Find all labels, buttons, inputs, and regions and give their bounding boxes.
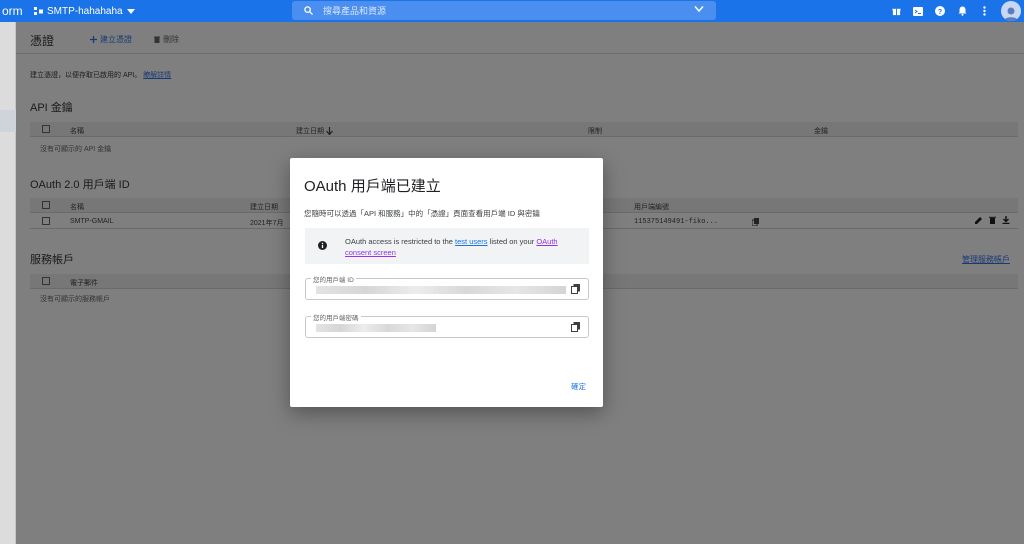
col-created[interactable]: 建立日期 <box>296 126 333 136</box>
cloud-shell-icon[interactable] <box>907 0 929 22</box>
copy-icon[interactable] <box>752 218 759 226</box>
api-keys-title: API 金鑰 <box>30 102 73 114</box>
oauth-select-all-checkbox[interactable] <box>42 201 50 209</box>
info-icon <box>318 241 327 250</box>
top-bar: orm SMTP-hahahaha 搜尋產品和資源 ? <box>0 0 1024 22</box>
notice-text: OAuth access is restricted to the test u… <box>345 237 558 257</box>
oauth-client-date: 2021年7月 <box>250 220 284 227</box>
more-vert-icon[interactable] <box>973 0 995 22</box>
api-keys-table-header: 名稱 建立日期 限制 金鑰 <box>30 122 1018 137</box>
create-credentials-label: 建立憑證 <box>100 35 132 44</box>
create-credentials-button[interactable]: 建立憑證 <box>90 34 132 45</box>
nav-item-credentials[interactable] <box>0 110 16 132</box>
brand-name[interactable]: orm <box>2 4 24 18</box>
chevron-down-icon <box>126 8 135 14</box>
avatar[interactable] <box>1001 1 1021 21</box>
sort-down-icon <box>325 127 333 136</box>
copy-client-secret-icon[interactable] <box>571 322 580 332</box>
dialog-title: OAuth 用戶端已建立 <box>304 178 441 195</box>
page-title: 憑證 <box>30 34 55 48</box>
client-id-value-redacted <box>316 286 566 294</box>
oauth-col-created[interactable]: 建立日期 <box>250 202 278 212</box>
gift-icon[interactable] <box>885 0 907 22</box>
oauth-client-name[interactable]: SMTP-GMAIL <box>70 218 114 225</box>
trash-icon <box>154 36 160 43</box>
svg-text:?: ? <box>938 9 942 16</box>
delete-label: 刪除 <box>163 35 179 44</box>
oauth-client-created-dialog: OAuth 用戶端已建立 您隨時可以透過「API 和服務」中的「憑證」頁面查看用… <box>290 158 603 407</box>
search-icon <box>304 6 313 15</box>
row-checkbox[interactable] <box>42 217 50 225</box>
search-placeholder: 搜尋產品和資源 <box>323 6 387 16</box>
oauth-col-name[interactable]: 名稱 <box>70 202 84 212</box>
project-name: SMTP-hahahaha <box>47 5 123 17</box>
header-divider <box>16 53 1024 54</box>
manage-service-accounts-link[interactable]: 管理服務帳戶 <box>962 254 1010 265</box>
api-keys-empty: 沒有可顯示的 API 金鑰 <box>40 146 112 153</box>
plus-icon <box>90 36 97 43</box>
test-users-link[interactable]: test users <box>455 237 488 246</box>
project-icon <box>34 6 43 15</box>
oauth-client-id: 115375149491-fiko... <box>634 218 719 226</box>
client-id-label: 您的用戶端 ID <box>311 274 356 284</box>
client-secret-label: 您的用戶端密碼 <box>311 312 361 322</box>
page-description: 建立憑證，以便存取已啟用的 API。 瞭解詳情 <box>30 72 172 79</box>
search-bar[interactable]: 搜尋產品和資源 <box>292 1 716 20</box>
help-icon[interactable]: ? <box>929 0 951 22</box>
col-key[interactable]: 金鑰 <box>814 126 828 136</box>
learn-more-link[interactable]: 瞭解詳情 <box>143 72 171 79</box>
sa-col-email[interactable]: 電子郵件 <box>70 278 98 288</box>
select-all-checkbox[interactable] <box>42 125 50 133</box>
col-name[interactable]: 名稱 <box>70 126 84 136</box>
sa-select-all-checkbox[interactable] <box>42 277 50 285</box>
download-icon[interactable] <box>1002 216 1010 224</box>
ok-button[interactable]: 確定 <box>571 381 586 392</box>
left-nav-rail <box>0 22 16 544</box>
client-id-field[interactable]: 您的用戶端 ID <box>305 274 589 300</box>
client-secret-field[interactable]: 您的用戶端密碼 <box>305 312 589 338</box>
search-expand-icon[interactable] <box>694 5 704 13</box>
oauth-clients-title: OAuth 2.0 用戶端 ID <box>30 179 130 191</box>
project-selector[interactable]: SMTP-hahahaha <box>34 6 135 17</box>
client-secret-value-redacted <box>316 324 436 332</box>
edit-icon[interactable] <box>975 216 983 224</box>
col-restrictions[interactable]: 限制 <box>588 126 602 136</box>
trash-icon[interactable] <box>989 216 996 224</box>
copy-client-id-icon[interactable] <box>571 284 580 294</box>
service-accounts-empty: 沒有可顯示的服務帳戶 <box>40 296 110 303</box>
oauth-col-client-id[interactable]: 用戶端編號 <box>634 202 669 212</box>
service-accounts-title: 服務帳戶 <box>30 254 74 266</box>
delete-button[interactable]: 刪除 <box>154 34 179 45</box>
oauth-notice: OAuth access is restricted to the test u… <box>305 228 589 264</box>
dialog-description: 您隨時可以透過「API 和服務」中的「憑證」頁面查看用戶端 ID 與密鑰 <box>304 209 540 218</box>
notifications-icon[interactable] <box>951 0 973 22</box>
